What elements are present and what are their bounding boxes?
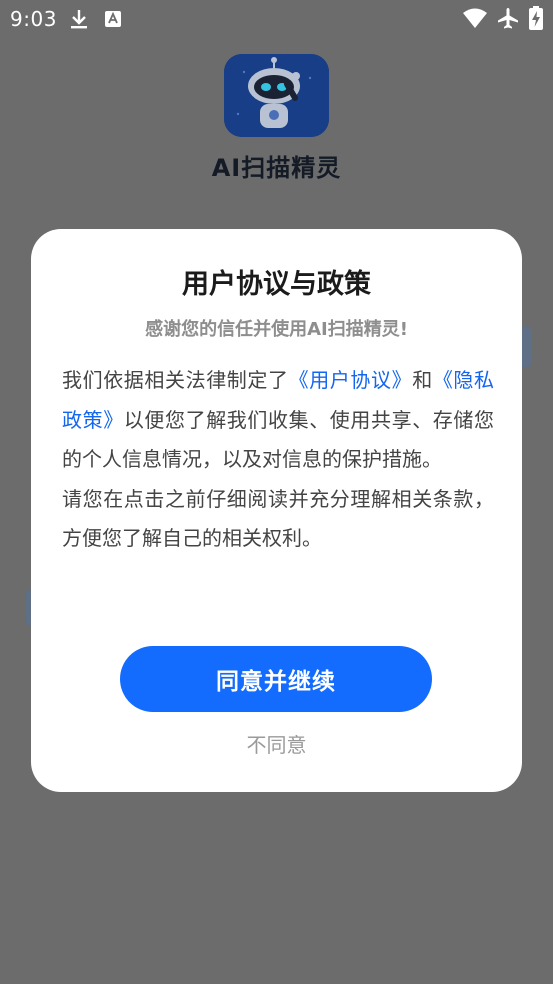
- app-logo: [224, 54, 329, 137]
- status-bar: 9:03: [0, 0, 553, 36]
- download-icon: [68, 8, 90, 34]
- dialog-subtitle: 感谢您的信任并使用AI扫描精灵!: [145, 319, 408, 340]
- battery-charging-icon: [529, 6, 543, 34]
- dialog-body: 我们依据相关法律制定了《用户协议》和《隐私政策》以便您了解我们收集、使用共享、存…: [62, 361, 494, 559]
- user-agreement-link[interactable]: 《用户协议》: [289, 368, 413, 392]
- dialog-title: 用户协议与政策: [182, 269, 371, 300]
- app-name: AI扫描精灵: [211, 154, 342, 182]
- screen: 9:03 AI扫描精灵 用户协议与政策 感谢您的信任并使用AI扫描精灵! 我们依…: [0, 0, 553, 984]
- airplane-mode-icon: [496, 6, 520, 34]
- disagree-button[interactable]: 不同意: [0, 730, 553, 760]
- agreement-paragraph: 我们依据相关法律制定了《用户协议》和《隐私政策》以便您了解我们收集、使用共享、存…: [62, 361, 494, 480]
- robot-logo-icon: [224, 54, 329, 137]
- body-text-2: 和: [412, 368, 433, 392]
- status-time: 9:03: [10, 7, 57, 31]
- reading-reminder-paragraph: 请您在点击之前仔细阅读并充分理解相关条款，方便您了解自己的相关权利。: [62, 486, 494, 551]
- wifi-icon: [462, 7, 488, 33]
- keyboard-icon: [104, 10, 122, 32]
- body-text-1: 我们依据相关法律制定了: [62, 368, 289, 392]
- agree-and-continue-button[interactable]: 同意并继续: [120, 646, 432, 712]
- body-text-3: 以便您了解我们收集、使用共享、存储您的个人信息情况，以及对信息的保护措施。: [62, 407, 495, 472]
